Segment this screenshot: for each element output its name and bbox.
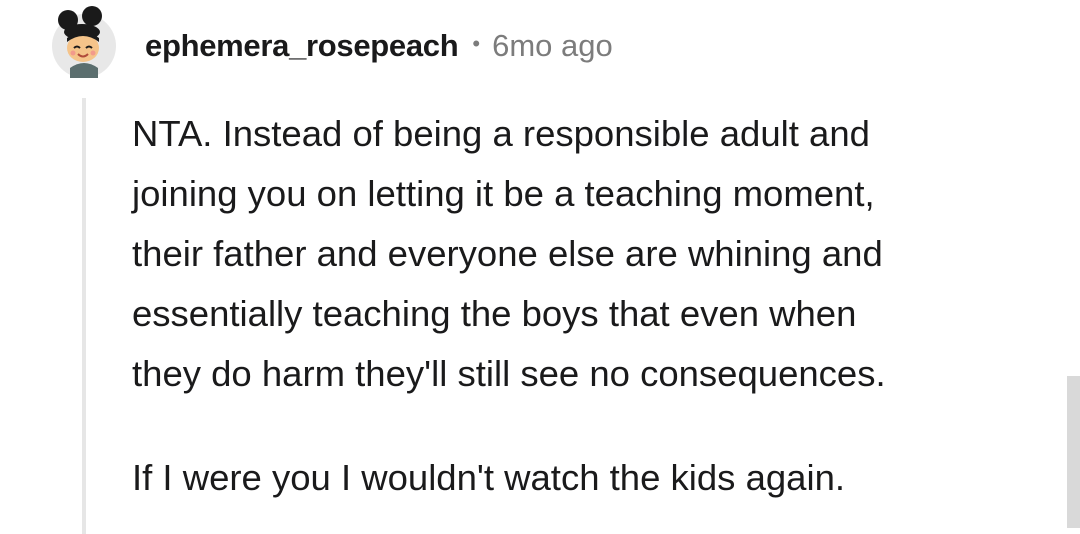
comment-paragraph: NTA. Instead of being a responsible adul… <box>132 113 886 394</box>
meta-separator: • <box>472 31 481 56</box>
comment-timestamp: 6mo ago <box>492 28 613 63</box>
comment-header: ephemera_rosepeach • 6mo ago <box>145 24 613 68</box>
comment-paragraph: If I were you I wouldn't watch the kids … <box>132 457 846 498</box>
comment-body: NTA. Instead of being a responsible adul… <box>132 104 1032 508</box>
user-avatar[interactable] <box>48 6 120 78</box>
scrollbar-thumb[interactable] <box>1067 376 1080 528</box>
thread-collapse-line[interactable] <box>82 98 86 534</box>
snoo-avatar-icon <box>52 6 116 78</box>
comment: ephemera_rosepeach • 6mo ago NTA. Instea… <box>0 0 1080 534</box>
username-link[interactable]: ephemera_rosepeach <box>145 28 459 64</box>
